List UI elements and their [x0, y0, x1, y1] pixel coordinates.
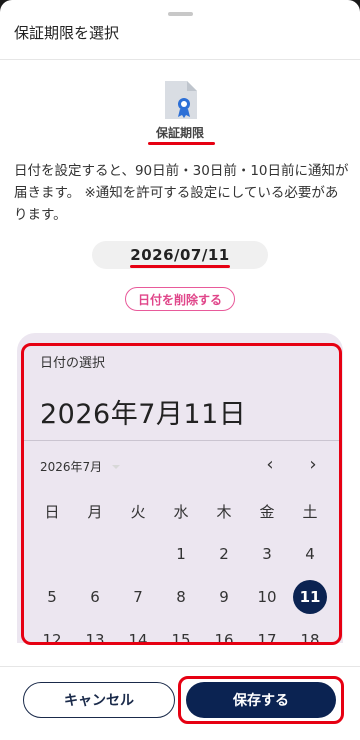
date-picker-headline: 2026年7月11日 — [40, 399, 247, 430]
selected-date-text: 2026/07/11 — [130, 246, 230, 264]
calendar-day[interactable]: 16 — [207, 623, 241, 642]
weekday-label: 金 — [259, 502, 275, 521]
weekday-label: 月 — [87, 502, 103, 521]
weekday-label: 水 — [173, 502, 189, 521]
weekday-label: 火 — [130, 502, 146, 521]
sheet-title: 保証期限を選択 — [14, 24, 120, 42]
weekday-label: 土 — [302, 502, 318, 521]
calendar-day[interactable]: 15 — [164, 623, 198, 642]
date-picker: 日付の選択 2026年7月11日 2026年7月 ‹ › 日 月 火 水 木 金… — [21, 343, 342, 645]
cancel-button[interactable]: キャンセル — [23, 682, 175, 718]
calendar-day[interactable]: 4 — [293, 537, 327, 571]
weekday-label: 日 — [44, 502, 60, 521]
calendar-day[interactable]: 18 — [293, 623, 327, 642]
notification-description: 日付を設定すると、90日前・30日前・10日前に通知が届きます。 ※通知を許可す… — [14, 163, 349, 223]
calendar-day[interactable]: 3 — [250, 537, 284, 571]
footer-divider — [0, 666, 360, 667]
drag-handle[interactable] — [168, 12, 193, 16]
month-year-label: 2026年7月 — [40, 460, 103, 474]
chevron-left-icon[interactable]: ‹ — [260, 454, 280, 475]
calendar-day-selected[interactable]: 11 — [293, 580, 327, 614]
calendar-week: 5 6 7 8 9 10 11 — [24, 580, 339, 614]
date-picker-label: 日付の選択 — [40, 356, 106, 371]
category-label: 保証期限 — [155, 126, 204, 140]
header-divider — [0, 59, 360, 60]
calendar-day[interactable]: 9 — [207, 580, 241, 614]
calendar-day[interactable]: 12 — [35, 623, 69, 642]
calendar-day[interactable]: 1 — [164, 537, 198, 571]
date-picker-divider — [24, 440, 339, 441]
calendar-week: 12 13 14 15 16 17 18 — [24, 623, 339, 642]
month-year-selector[interactable]: 2026年7月 — [40, 458, 121, 475]
chevron-right-icon[interactable]: › — [303, 454, 323, 475]
weekday-header: 日 月 火 水 木 金 土 — [24, 497, 339, 525]
certificate-document-icon — [165, 81, 197, 119]
calendar-week: 1 2 3 4 — [24, 540, 339, 568]
save-button[interactable]: 保存する — [186, 682, 336, 718]
calendar-day[interactable]: 7 — [121, 580, 155, 614]
bottom-sheet: 保証期限を選択 保証期限 日付を設定すると、90日前・30日前・10日前に通知が… — [0, 0, 360, 740]
calendar-day[interactable]: 13 — [78, 623, 112, 642]
calendar-day[interactable]: 6 — [78, 580, 112, 614]
calendar-day[interactable]: 10 — [250, 580, 284, 614]
caret-down-icon — [112, 464, 121, 469]
calendar-day[interactable]: 2 — [207, 537, 241, 571]
calendar-day[interactable]: 14 — [121, 623, 155, 642]
weekday-label: 木 — [216, 502, 232, 521]
calendar-day[interactable]: 17 — [250, 623, 284, 642]
highlight-underline — [130, 265, 230, 268]
calendar-day[interactable]: 8 — [164, 580, 198, 614]
highlight-underline — [148, 142, 215, 145]
calendar-day[interactable]: 5 — [35, 580, 69, 614]
delete-date-button[interactable]: 日付を削除する — [125, 287, 235, 311]
